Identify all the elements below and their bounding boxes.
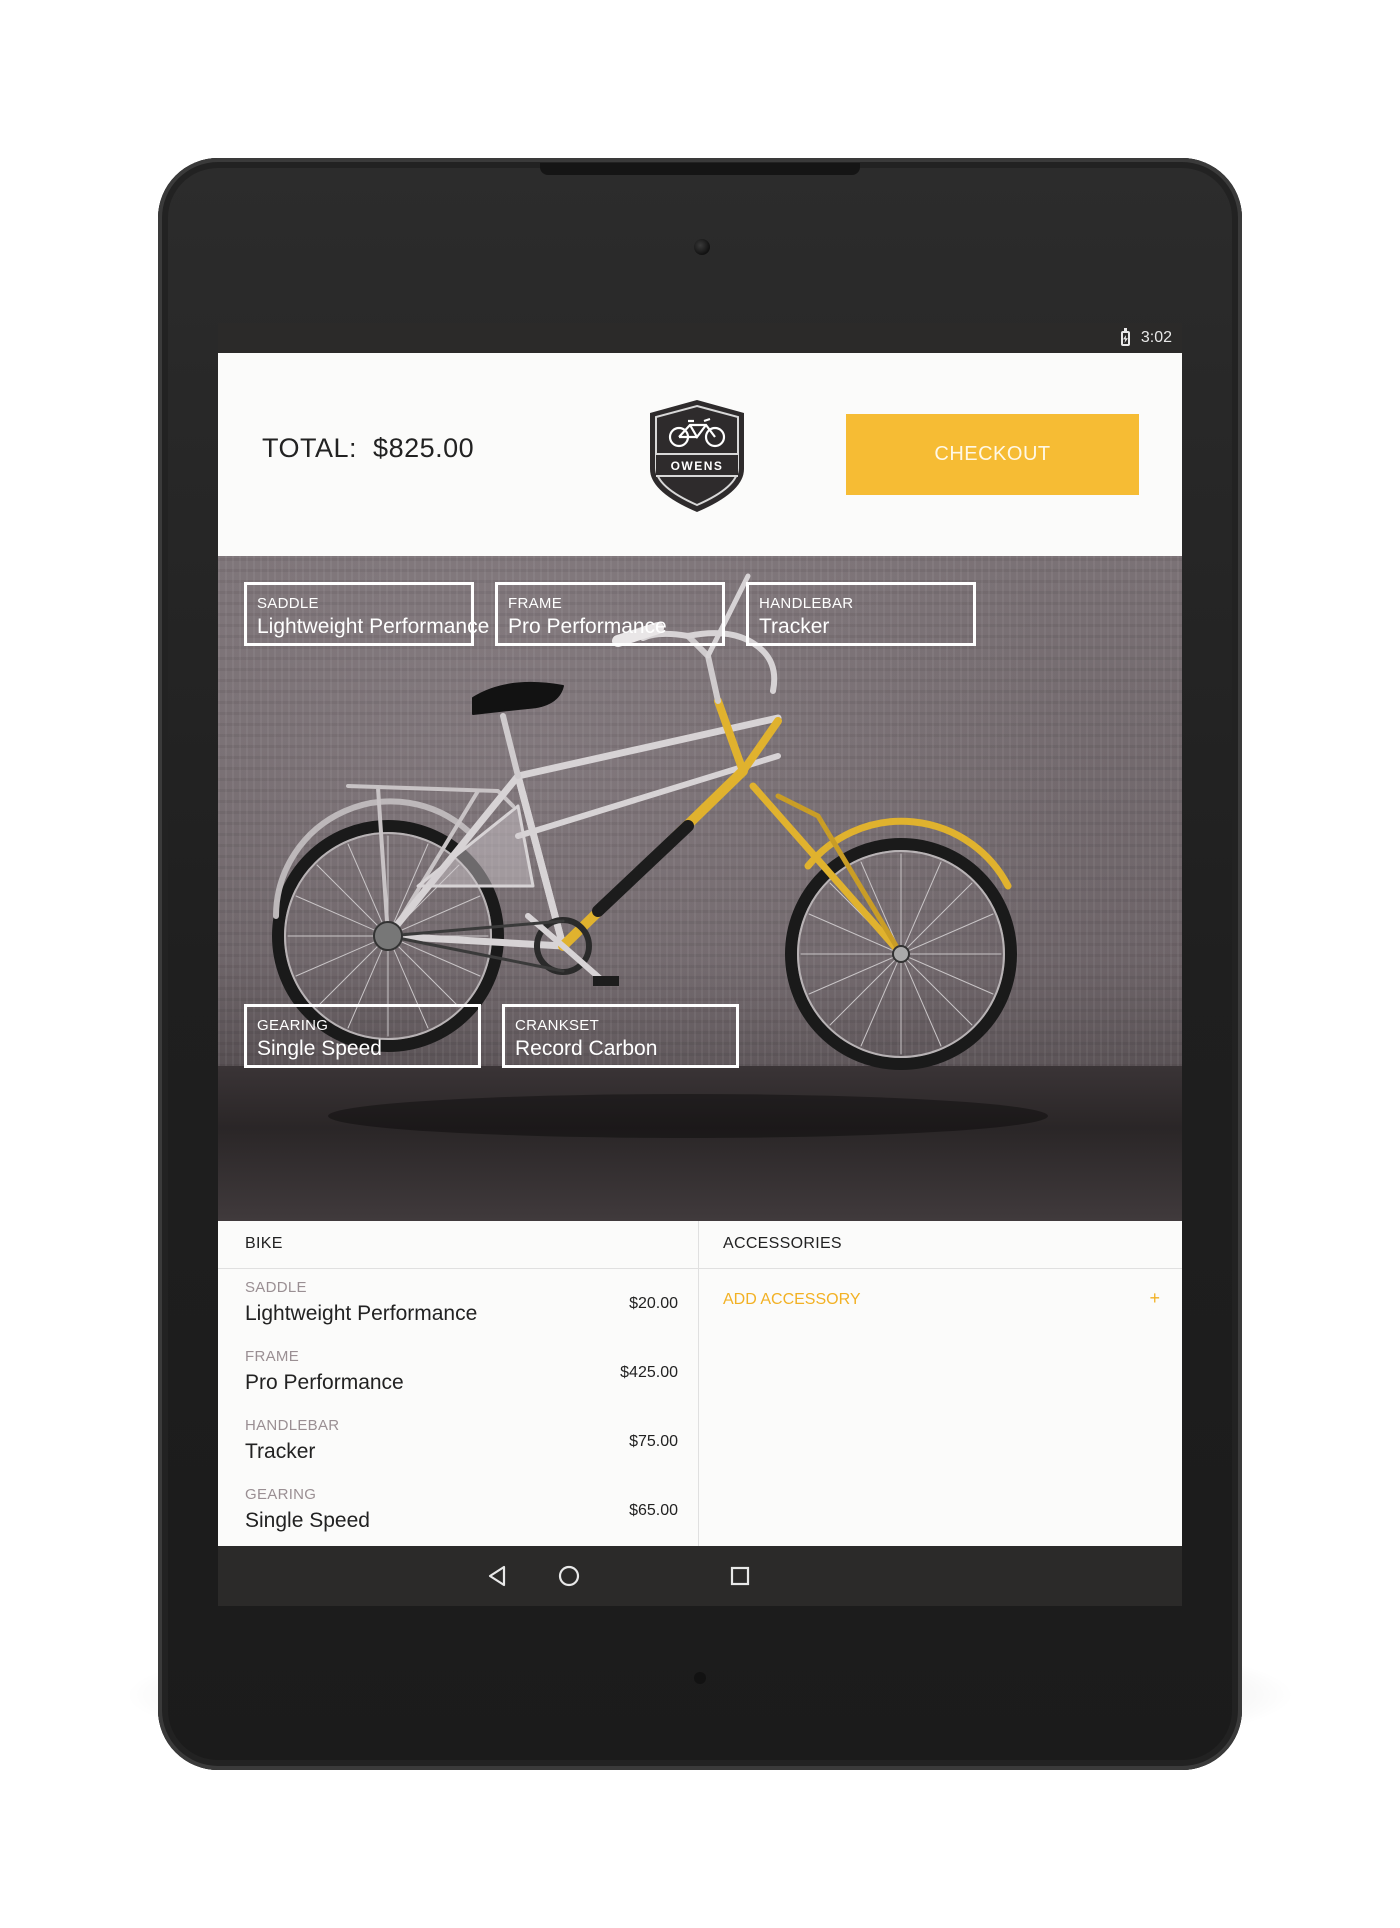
status-bar: 3:02 (218, 323, 1182, 353)
tag-frame-value: Pro Performance (508, 615, 667, 638)
accessories-panel: ACCESSORIES ADD ACCESSORY + (698, 1221, 1182, 1546)
battery-charging-icon (1121, 328, 1130, 346)
tag-saddle[interactable]: SADDLE Lightweight Performance (244, 582, 490, 646)
bike-item-label: GEARING (245, 1486, 317, 1503)
bike-item-price: $425.00 (620, 1364, 678, 1381)
tag-gearing[interactable]: GEARING Single Speed (244, 1004, 481, 1068)
recents-icon[interactable] (722, 1558, 758, 1594)
bike-item-price: $20.00 (629, 1295, 678, 1312)
tag-handlebar-label: HANDLEBAR (759, 595, 854, 612)
status-time: 3:02 (1140, 329, 1172, 346)
plus-icon: + (1149, 1288, 1160, 1308)
bike-item-label: HANDLEBAR (245, 1417, 340, 1434)
tag-handlebar[interactable]: HANDLEBAR Tracker (746, 582, 976, 646)
tag-saddle-label: SADDLE (257, 595, 319, 612)
bike-item-gearing[interactable]: GEARING Single Speed $65.00 (218, 1476, 698, 1545)
logo-text: OWENS (671, 459, 724, 473)
tag-crankset-label: CRANKSET (515, 1017, 600, 1034)
bike-item-value: Single Speed (245, 1509, 370, 1532)
back-icon[interactable] (480, 1558, 516, 1594)
bike-item-price: $65.00 (629, 1502, 678, 1519)
home-icon[interactable] (551, 1558, 587, 1594)
tag-gearing-label: GEARING (257, 1017, 329, 1034)
app-header: TOTAL: $825.00 OWENS CHECKOUT (218, 353, 1182, 556)
bike-item-value: Tracker (245, 1440, 316, 1463)
bike-item-label: FRAME (245, 1348, 299, 1365)
tag-handlebar-value: Tracker (759, 615, 830, 638)
accessories-panel-title: ACCESSORIES (699, 1221, 1182, 1269)
navigation-bar (218, 1546, 1182, 1606)
tag-gearing-value: Single Speed (257, 1037, 382, 1060)
bicycle-image (272, 573, 1048, 1138)
order-total: TOTAL: $825.00 (262, 433, 474, 464)
tag-crankset[interactable]: CRANKSET Record Carbon (502, 1004, 739, 1068)
total-amount: $825.00 (373, 433, 475, 463)
add-accessory-button[interactable]: ADD ACCESSORY + (699, 1269, 1182, 1329)
tag-frame[interactable]: FRAME Pro Performance (495, 582, 725, 646)
bike-panel: BIKE SADDLE Lightweight Performance $20.… (218, 1221, 698, 1546)
bike-item-frame[interactable]: FRAME Pro Performance $425.00 (218, 1338, 698, 1407)
bike-item-label: SADDLE (245, 1279, 307, 1296)
tag-frame-label: FRAME (508, 595, 562, 612)
total-label: TOTAL: (262, 433, 358, 463)
bike-panel-title: BIKE (218, 1221, 698, 1269)
tag-crankset-value: Record Carbon (515, 1037, 658, 1060)
bike-preview: SADDLE Lightweight Performance FRAME Pro… (218, 556, 1182, 1221)
bike-item-handlebar[interactable]: HANDLEBAR Tracker $75.00 (218, 1407, 698, 1476)
bike-item-value: Lightweight Performance (245, 1302, 478, 1325)
bike-item-value: Pro Performance (245, 1371, 404, 1394)
tag-saddle-value: Lightweight Performance (257, 615, 490, 638)
add-accessory-label: ADD ACCESSORY (723, 1291, 861, 1308)
front-camera (694, 239, 710, 255)
checkout-button[interactable]: CHECKOUT (846, 414, 1139, 495)
owens-logo: OWENS (650, 400, 744, 512)
speaker-slot (540, 163, 860, 175)
bike-item-price: $75.00 (629, 1433, 678, 1450)
tablet-screen: 3:02 TOTAL: $825.00 OWENS CHECKOUT SADDL… (218, 323, 1182, 1606)
bottom-sensor (694, 1672, 706, 1684)
bike-item-saddle[interactable]: SADDLE Lightweight Performance $20.00 (218, 1269, 698, 1338)
